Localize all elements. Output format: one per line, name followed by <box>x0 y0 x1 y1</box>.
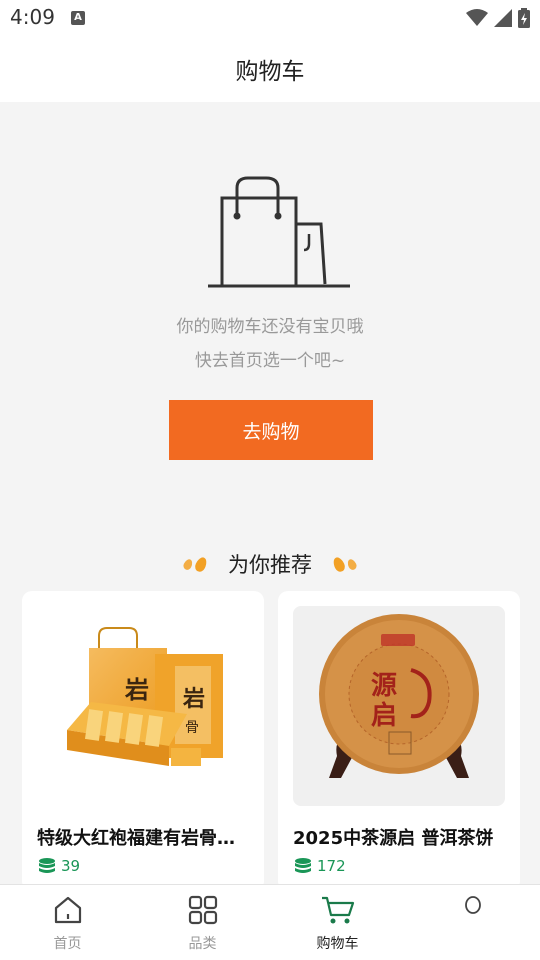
tab-category[interactable]: 品类 <box>135 885 270 960</box>
empty-cart-message: 你的购物车还没有宝贝哦 <box>176 317 364 337</box>
page-title: 购物车 <box>235 59 305 85</box>
svg-text:骨: 骨 <box>185 720 199 736</box>
profile-icon <box>464 896 481 914</box>
coin-stack-icon <box>39 858 55 873</box>
go-shopping-button[interactable]: 去购物 <box>169 400 373 460</box>
tab-category-label: 品类 <box>188 936 217 952</box>
svg-text:源: 源 <box>371 671 397 701</box>
empty-cart-hint: 快去首页选一个吧~ <box>194 351 346 371</box>
product-card[interactable]: 岩 岩 骨 特级大红袍福建有岩骨花香 39 <box>22 591 264 891</box>
notification-a-icon: A <box>71 11 85 25</box>
wifi-icon <box>466 9 488 26</box>
status-icons <box>466 7 530 29</box>
home-icon <box>54 896 81 924</box>
grid-icon <box>188 895 217 925</box>
tab-profile[interactable] <box>405 885 540 960</box>
tab-cart-label: 购物车 <box>316 936 359 952</box>
product-price-value: 172 <box>317 857 346 875</box>
recommend-title: 为你推荐 <box>228 553 312 577</box>
shopping-bag-icon <box>208 176 350 288</box>
header: 购物车 <box>0 36 540 102</box>
svg-text:岩: 岩 <box>182 686 205 712</box>
recommend-heading: 为你推荐 <box>0 548 540 580</box>
signal-icon <box>494 9 512 27</box>
product-name[interactable]: 2025中茶源启 普洱茶饼 <box>293 824 505 850</box>
product-price: 172 <box>294 857 346 875</box>
tab-home[interactable]: 首页 <box>0 885 135 960</box>
product-name[interactable]: 特级大红袍福建有岩骨花香 <box>37 824 249 850</box>
bottom-tab-bar: 首页 品类 购物车 <box>0 884 540 960</box>
svg-text:启: 启 <box>371 700 397 731</box>
svg-text:岩: 岩 <box>124 675 149 704</box>
coin-stack-icon <box>295 858 311 873</box>
product-card[interactable]: 源 启 2025中茶源启 普洱茶饼 172 <box>278 591 520 891</box>
drops-decoration-left-icon <box>182 555 209 573</box>
cart-icon <box>321 896 354 924</box>
product-image[interactable]: 源 启 <box>293 606 505 806</box>
status-bar: 4:09 A <box>0 0 540 36</box>
product-price-value: 39 <box>61 857 81 875</box>
status-time: 4:09 <box>10 5 55 29</box>
product-image[interactable]: 岩 岩 骨 <box>37 606 249 806</box>
battery-icon <box>518 8 530 28</box>
tab-cart[interactable]: 购物车 <box>270 885 405 960</box>
product-price: 39 <box>38 857 80 875</box>
drops-decoration-right-icon <box>331 555 358 573</box>
tab-home-label: 首页 <box>53 936 82 952</box>
